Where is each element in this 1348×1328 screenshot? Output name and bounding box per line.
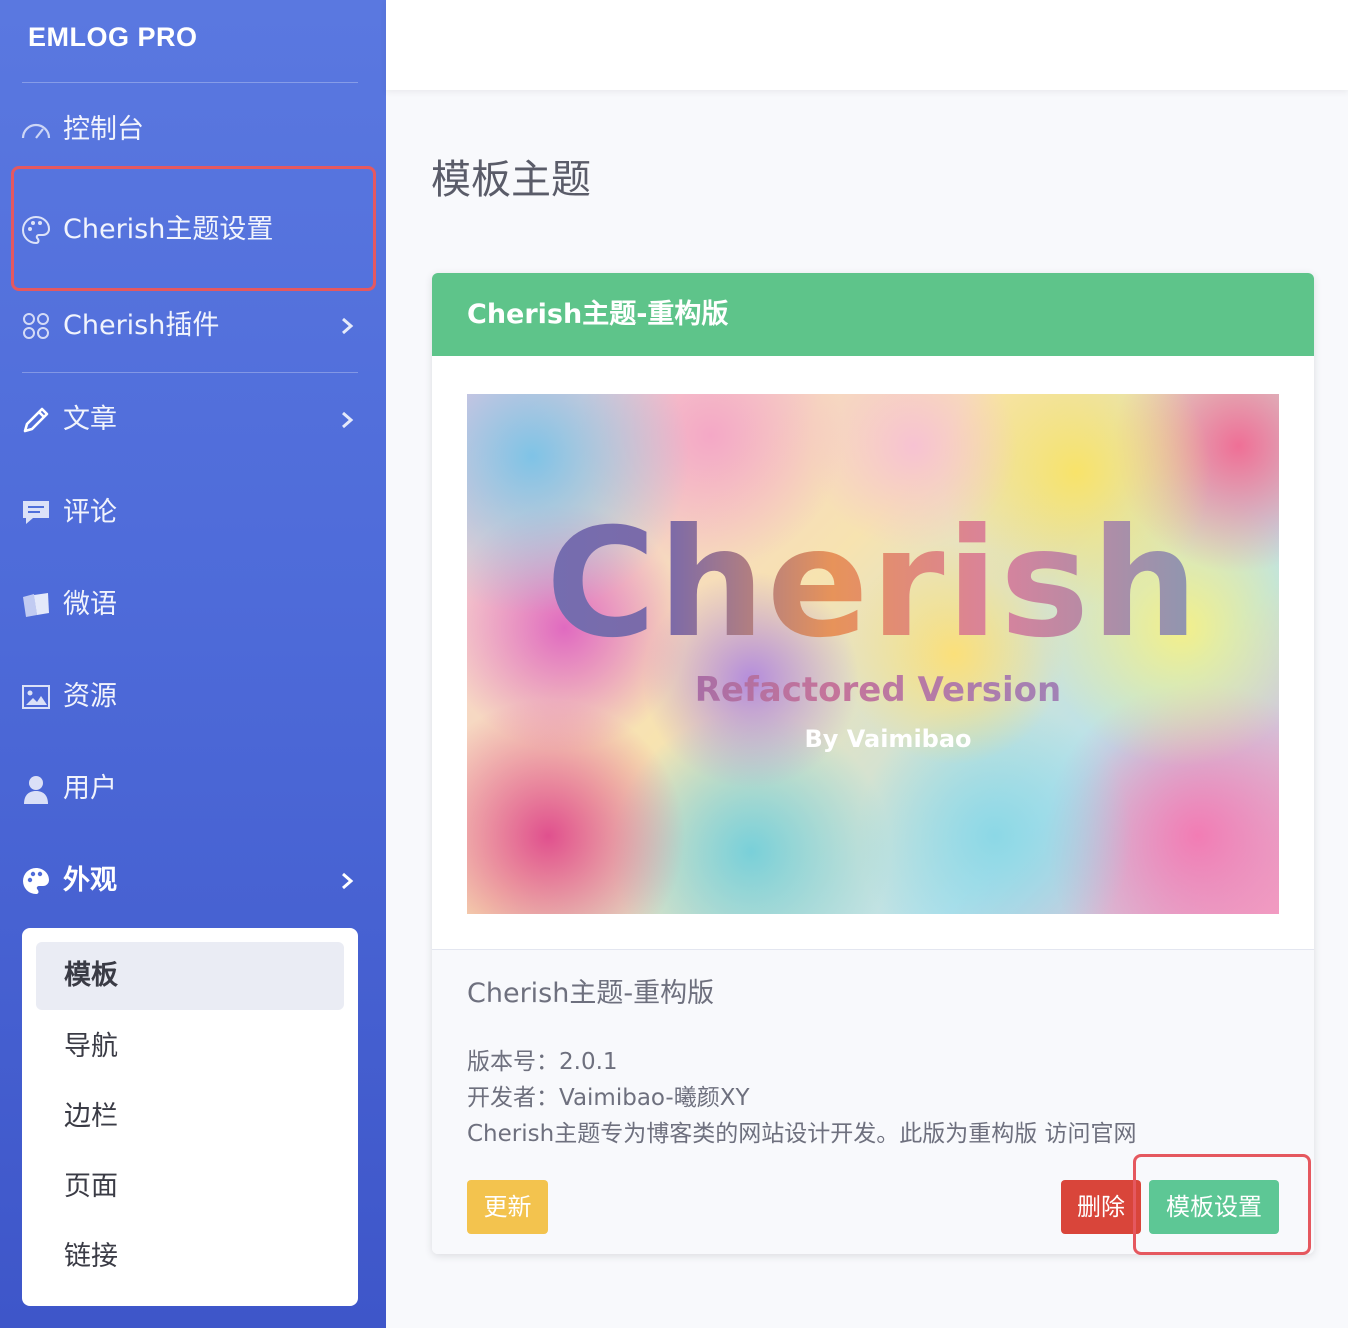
chevron-right-icon <box>336 314 358 338</box>
page-title: 模板主题 <box>431 157 591 203</box>
sidebar-item-label: 控制台 <box>63 114 144 145</box>
user-icon <box>20 773 52 805</box>
update-button[interactable]: 更新 <box>467 1180 548 1234</box>
chevron-right-icon <box>336 408 358 432</box>
submenu-item-pages[interactable]: 页面 <box>36 1153 344 1221</box>
version-label: 版本号： <box>467 1049 559 1075</box>
website-link[interactable]: 访问官网 <box>1045 1121 1137 1147</box>
sidebar-item-cherish-plugins[interactable]: Cherish插件 <box>0 296 386 356</box>
sidebar-item-cherish-theme-settings[interactable]: Cherish主题设置 <box>0 200 386 260</box>
developer-label: 开发者： <box>467 1085 559 1111</box>
description-text: Cherish主题专为博客类的网站设计开发。此版为重构版 <box>467 1121 1038 1147</box>
sidebar-item-microblog[interactable]: 微语 <box>0 575 386 635</box>
developer-value: Vaimibao-曦颜XY <box>559 1085 750 1111</box>
theme-version: 版本号：2.0.1 <box>467 1044 618 1080</box>
sidebar-item-label: 微语 <box>63 589 117 620</box>
apps-icon <box>20 310 52 342</box>
sidebar-divider <box>22 82 358 83</box>
version-value: 2.0.1 <box>559 1049 618 1075</box>
theme-card-header: Cherish主题-重构版 <box>432 273 1314 356</box>
palette-icon <box>20 865 52 897</box>
submenu-item-templates[interactable]: 模板 <box>36 942 344 1010</box>
sidebar-item-appearance[interactable]: 外观 <box>0 851 386 911</box>
cards-icon <box>20 589 52 621</box>
sidebar-item-comments[interactable]: 评论 <box>0 483 386 543</box>
sidebar-item-label: Cherish主题设置 <box>63 214 274 245</box>
sidebar-item-articles[interactable]: 文章 <box>0 390 386 450</box>
template-settings-button[interactable]: 模板设置 <box>1149 1180 1279 1234</box>
speedometer-icon <box>20 114 52 146</box>
preview-subtitle: Refactored Version <box>467 670 1279 710</box>
chevron-right-icon <box>336 869 358 893</box>
submenu-item-sidebar[interactable]: 边栏 <box>36 1083 344 1151</box>
theme-preview-image: Cherish Refactored Version By Vaimibao <box>467 394 1279 914</box>
submenu-item-navigation[interactable]: 导航 <box>36 1013 344 1081</box>
topbar <box>386 0 1348 90</box>
sidebar-item-label: 资源 <box>63 681 117 712</box>
sidebar-item-label: 外观 <box>63 865 117 896</box>
sidebar-divider <box>22 372 358 373</box>
delete-button[interactable]: 删除 <box>1061 1180 1141 1234</box>
theme-description: Cherish主题专为博客类的网站设计开发。此版为重构版 访问官网 <box>467 1116 1137 1152</box>
palette-icon <box>20 214 52 246</box>
sidebar-item-media[interactable]: 资源 <box>0 667 386 727</box>
sidebar-item-label: Cherish插件 <box>63 310 220 341</box>
brand-logo[interactable]: EMLOG PRO <box>28 20 198 54</box>
appearance-submenu: 模板 导航 边栏 页面 链接 <box>22 928 358 1306</box>
sidebar-item-label: 文章 <box>63 404 117 435</box>
image-icon <box>20 681 52 713</box>
sidebar-item-dashboard[interactable]: 控制台 <box>0 100 386 160</box>
preview-title: Cherish <box>467 504 1279 664</box>
theme-card: Cherish主题-重构版 Cherish Refactored Version… <box>432 273 1314 1254</box>
sidebar-item-users[interactable]: 用户 <box>0 759 386 819</box>
theme-card-footer: Cherish主题-重构版 版本号：2.0.1 开发者：Vaimibao-曦颜X… <box>432 949 1314 1254</box>
sidebar: EMLOG PRO 控制台 Cherish主题设置 Cherish插件 文章 评… <box>0 0 386 1328</box>
comment-icon <box>20 497 52 529</box>
sidebar-item-label: 用户 <box>63 773 117 804</box>
submenu-item-links[interactable]: 链接 <box>36 1223 344 1291</box>
theme-developer: 开发者：Vaimibao-曦颜XY <box>467 1080 750 1116</box>
preview-byline: By Vaimibao <box>804 725 972 753</box>
sidebar-item-label: 评论 <box>63 497 117 528</box>
pencil-icon <box>20 404 52 436</box>
theme-name: Cherish主题-重构版 <box>467 978 715 1009</box>
